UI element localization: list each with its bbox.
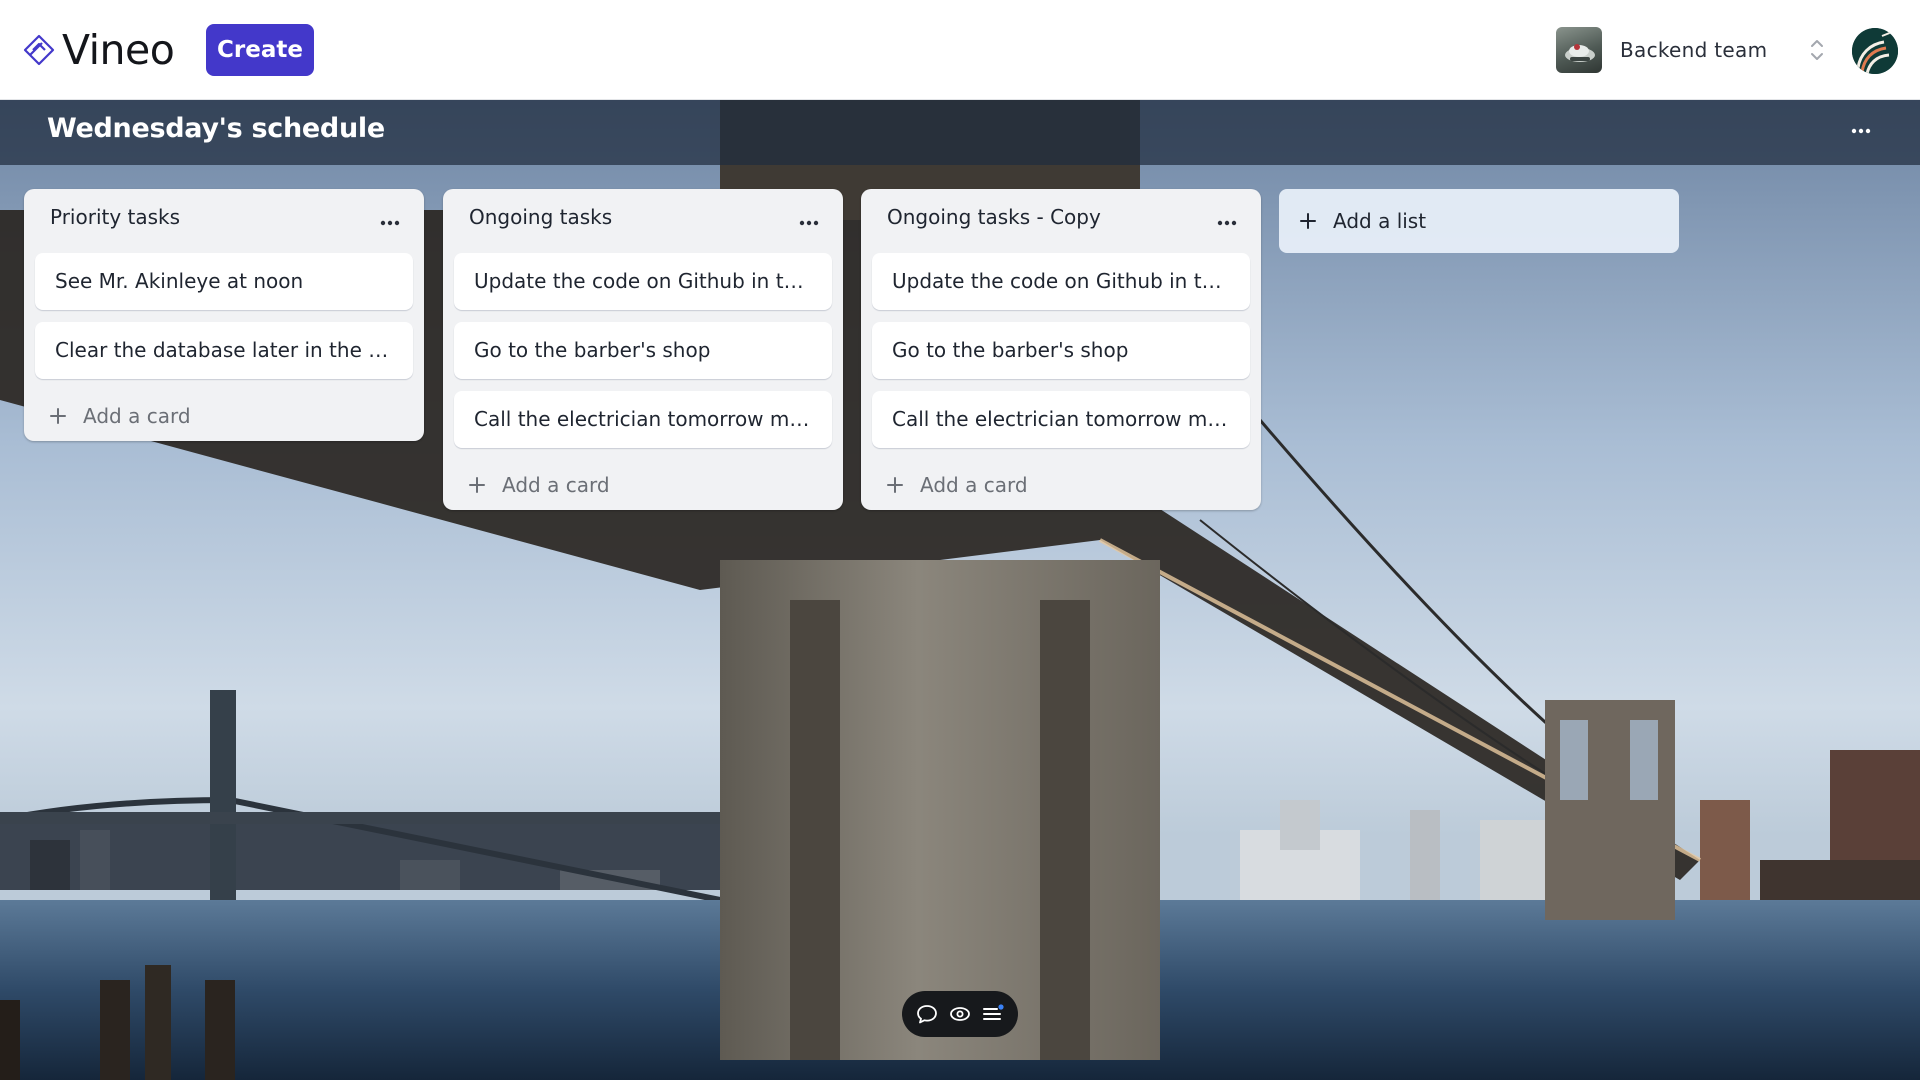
list-header: Ongoing tasks bbox=[454, 189, 832, 253]
board: Wednesday's schedule Priority tasks See … bbox=[0, 100, 1920, 1080]
add-card-label: Add a card bbox=[83, 404, 191, 428]
board-title[interactable]: Wednesday's schedule bbox=[47, 113, 385, 144]
card[interactable]: Update the code on Github in the… bbox=[454, 253, 832, 310]
app-logo[interactable]: Vineo bbox=[22, 26, 175, 74]
card[interactable]: Update the code on Github in the… bbox=[872, 253, 1250, 310]
list-ongoing-tasks: Ongoing tasks Update the code on Github … bbox=[443, 189, 843, 510]
card[interactable]: Go to the barber's shop bbox=[872, 322, 1250, 379]
chevron-up-down-icon[interactable] bbox=[1808, 35, 1826, 65]
add-card-button[interactable]: Add a card bbox=[872, 460, 1250, 510]
add-list-label: Add a list bbox=[1333, 209, 1427, 233]
plus-icon bbox=[50, 408, 66, 424]
vineo-logo-icon bbox=[23, 34, 55, 66]
team-name: Backend team bbox=[1620, 38, 1768, 62]
card[interactable]: Clear the database later in the day bbox=[35, 322, 413, 379]
more-horizontal-icon[interactable] bbox=[1212, 208, 1242, 238]
more-horizontal-icon[interactable] bbox=[1846, 116, 1876, 146]
board-bottom-dock bbox=[902, 991, 1018, 1037]
add-card-button[interactable]: Add a card bbox=[35, 391, 413, 441]
comment-icon[interactable] bbox=[914, 1001, 940, 1027]
card[interactable]: Call the electrician tomorrow mor… bbox=[454, 391, 832, 448]
list-header: Priority tasks bbox=[35, 189, 413, 253]
add-card-label: Add a card bbox=[502, 473, 610, 497]
add-card-label: Add a card bbox=[920, 473, 1028, 497]
list-ongoing-tasks-copy: Ongoing tasks - Copy Update the code on … bbox=[861, 189, 1261, 510]
plus-icon bbox=[887, 477, 903, 493]
list-header: Ongoing tasks - Copy bbox=[872, 189, 1250, 253]
more-horizontal-icon[interactable] bbox=[794, 208, 824, 238]
team-switcher[interactable]: Backend team bbox=[1556, 27, 1823, 73]
plus-icon bbox=[469, 477, 485, 493]
top-navigation-bar: Vineo Create Backend team bbox=[0, 0, 1920, 100]
card[interactable]: See Mr. Akinleye at noon bbox=[35, 253, 413, 310]
list-title[interactable]: Ongoing tasks bbox=[469, 205, 612, 229]
board-header: Wednesday's schedule bbox=[0, 100, 1920, 165]
list-title[interactable]: Ongoing tasks - Copy bbox=[887, 205, 1101, 229]
create-button[interactable]: Create bbox=[206, 24, 314, 76]
list-title[interactable]: Priority tasks bbox=[50, 205, 180, 229]
card[interactable]: Call the electrician tomorrow mor… bbox=[872, 391, 1250, 448]
add-list-button[interactable]: Add a list bbox=[1279, 189, 1679, 253]
app-name: Vineo bbox=[62, 26, 175, 74]
list-priority-tasks: Priority tasks See Mr. Akinleye at noon … bbox=[24, 189, 424, 441]
card[interactable]: Go to the barber's shop bbox=[454, 322, 832, 379]
more-horizontal-icon[interactable] bbox=[375, 208, 405, 238]
user-avatar[interactable] bbox=[1852, 28, 1898, 74]
eye-icon[interactable] bbox=[947, 1001, 973, 1027]
add-card-button[interactable]: Add a card bbox=[454, 460, 832, 510]
plus-icon bbox=[1300, 213, 1316, 229]
team-thumbnail bbox=[1556, 27, 1602, 73]
list-icon[interactable] bbox=[980, 1001, 1006, 1027]
